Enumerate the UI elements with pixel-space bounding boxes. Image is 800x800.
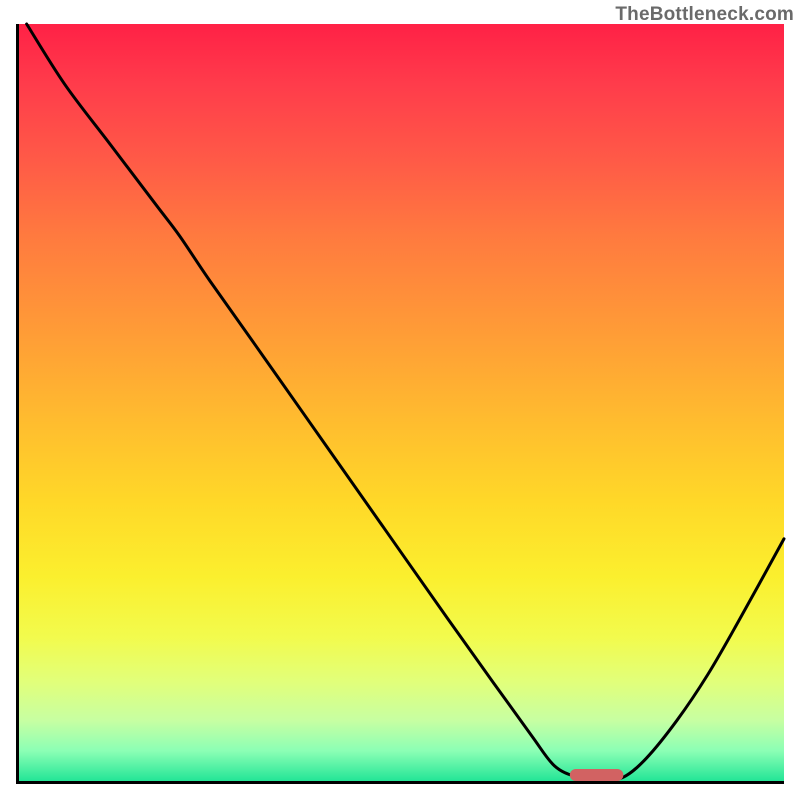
bottleneck-curve	[27, 24, 784, 781]
plot-area	[16, 24, 784, 784]
optimal-zone-marker	[570, 769, 624, 781]
chart-container: TheBottleneck.com	[0, 0, 800, 800]
bottleneck-curve-svg	[19, 24, 784, 781]
watermark-text: TheBottleneck.com	[615, 4, 794, 26]
